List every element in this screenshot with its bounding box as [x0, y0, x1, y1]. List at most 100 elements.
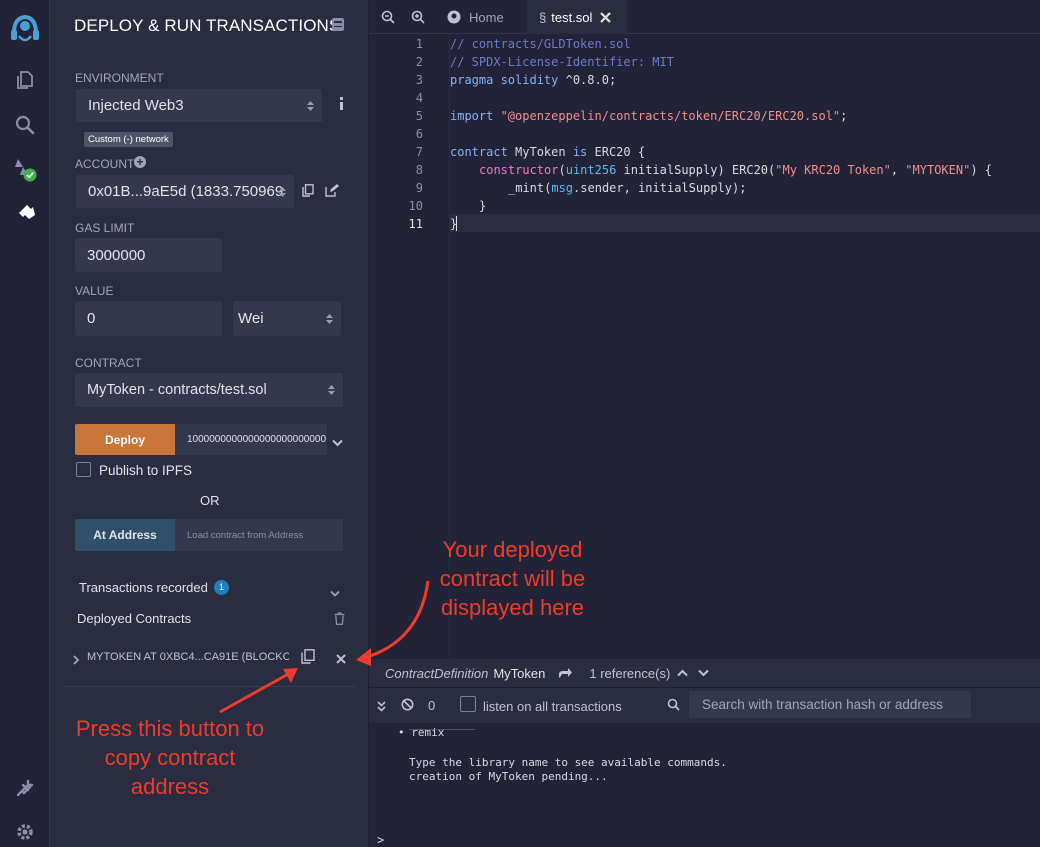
annotation-deployed-text: Your deployed contract will be displayed…: [439, 537, 586, 620]
select-arrows-icon: [326, 313, 333, 324]
panel-divider: [65, 686, 355, 687]
terminal-prompt[interactable]: >: [377, 833, 384, 847]
line-number: 3: [415, 73, 423, 87]
deploy-run-icon[interactable]: [0, 195, 50, 231]
line-number: 2: [415, 55, 423, 69]
terminal-output: __________ • remix Type the library name…: [369, 717, 1040, 847]
contract-select[interactable]: MyToken - contracts/test.sol: [75, 373, 343, 407]
terminal-line: Type the library name to see available c…: [409, 756, 727, 769]
tab-test-sol[interactable]: § test.sol: [527, 0, 627, 34]
chevron-down-icon[interactable]: [332, 434, 343, 452]
deployed-contract-item[interactable]: MYTOKEN AT 0XBC4...CA91E (BLOCKCI: [87, 651, 289, 663]
chevron-down-icon[interactable]: [330, 584, 340, 602]
code-line: contract MyToken is ERC20 {: [450, 145, 646, 159]
line-number: 8: [415, 163, 423, 177]
copy-account-icon[interactable]: [302, 184, 314, 202]
terminal-bullet-item: • remix: [398, 726, 445, 739]
contract-value: MyToken - contracts/test.sol: [87, 382, 267, 398]
annotation-copy-text: Press this button to copy contract addre…: [75, 716, 265, 799]
chevron-down-icon[interactable]: [698, 669, 709, 677]
references-count-label[interactable]: 1 reference(s): [589, 666, 670, 681]
code-line: _mint(msg.sender, initialSupply);: [508, 181, 747, 195]
environment-label: ENVIRONMENT: [75, 71, 164, 85]
select-arrows-icon: [328, 385, 335, 395]
transactions-recorded-label[interactable]: Transactions recorded: [79, 580, 208, 595]
listen-label: listen on all transactions: [483, 699, 622, 714]
editor-tab-bar: Home § test.sol: [369, 0, 1040, 34]
deployed-contracts-label: Deployed Contracts: [77, 611, 192, 626]
icon-rail: [0, 0, 50, 847]
code-line: // contracts/GLDToken.sol: [450, 37, 631, 51]
reference-bar: ContractDefinition MyToken 1 reference(s…: [369, 659, 1040, 687]
file-explorer-icon[interactable]: [0, 62, 50, 98]
at-address-input[interactable]: Load contract from Address: [175, 519, 343, 551]
settings-gear-icon[interactable]: [0, 814, 50, 847]
publish-ipfs-checkbox[interactable]: [76, 462, 91, 477]
environment-select[interactable]: Injected Web3: [76, 89, 322, 122]
collapse-terminal-icon[interactable]: [377, 699, 386, 717]
at-address-button[interactable]: At Address: [75, 519, 175, 551]
account-select[interactable]: 0x01B...9aE5d (1833.750969: [76, 175, 294, 208]
code-line: pragma solidity ^0.8.0;: [450, 73, 617, 87]
tab-home[interactable]: Home: [435, 0, 527, 34]
text-cursor: [456, 216, 457, 231]
or-divider-label: OR: [200, 493, 220, 508]
value-input[interactable]: 0: [75, 301, 222, 336]
gas-limit-input[interactable]: 3000000: [75, 238, 222, 272]
code-line: }: [479, 199, 487, 213]
deploy-args-input[interactable]: 1000000000000000000000000: [175, 424, 327, 455]
line-number: 6: [415, 127, 423, 141]
close-icon[interactable]: [336, 651, 346, 669]
publish-ipfs-label: Publish to IPFS: [99, 463, 193, 478]
environment-value: Injected Web3: [88, 97, 184, 114]
line-number: 9: [415, 181, 423, 195]
value-unit-select[interactable]: Wei: [233, 301, 341, 336]
line-number: 1: [415, 37, 423, 51]
plugin-manager-icon[interactable]: [0, 770, 50, 806]
zoom-out-icon[interactable]: [381, 0, 395, 34]
panel-title: DEPLOY & RUN TRANSACTIONS: [74, 16, 341, 35]
go-to-definition-icon[interactable]: [558, 667, 573, 679]
definition-name-label: MyToken: [493, 665, 546, 681]
line-number: 11: [408, 217, 423, 231]
search-icon: [667, 698, 680, 716]
contract-label: CONTRACT: [75, 356, 142, 370]
search-icon[interactable]: [0, 107, 50, 143]
account-label: ACCOUNT: [75, 157, 135, 171]
chevron-up-icon[interactable]: [677, 669, 688, 677]
line-number: 7: [415, 145, 423, 159]
code-line: import "@openzeppelin/contracts/token/ER…: [450, 109, 848, 123]
value-label: VALUE: [75, 284, 114, 298]
value-unit-value: Wei: [238, 310, 264, 327]
deploy-button[interactable]: Deploy: [75, 424, 175, 455]
solidity-file-icon: §: [539, 9, 547, 25]
listen-checkbox[interactable]: [460, 696, 476, 712]
transactions-count-badge: 1: [214, 580, 229, 595]
transaction-search-input[interactable]: Search with transaction hash or address: [689, 691, 971, 718]
info-icon[interactable]: [337, 97, 345, 111]
documentation-icon[interactable]: [332, 18, 344, 31]
add-account-icon[interactable]: +: [134, 156, 146, 168]
gas-limit-label: GAS LIMIT: [75, 221, 135, 235]
close-tab-icon[interactable]: [600, 11, 612, 23]
account-value: 0x01B...9aE5d (1833.750969: [88, 183, 284, 200]
home-icon: [447, 10, 461, 24]
active-line-highlight: [450, 214, 1040, 232]
select-arrows-icon: [307, 100, 314, 111]
clear-console-icon[interactable]: [401, 698, 414, 716]
definition-type-label: ContractDefinition: [385, 665, 489, 681]
terminal-line: creation of MyToken pending...: [409, 770, 608, 783]
pending-tx-count: 0: [428, 698, 436, 713]
copy-address-icon[interactable]: [301, 649, 315, 669]
edit-icon[interactable]: [325, 184, 339, 202]
tab-test-sol-label: test.sol: [551, 9, 593, 25]
trash-icon[interactable]: [334, 612, 345, 630]
code-line: // SPDX-License-Identifier: MIT: [450, 55, 674, 69]
expand-chevron-icon[interactable]: [73, 652, 80, 670]
zoom-in-icon[interactable]: [411, 0, 425, 34]
solidity-compiler-icon[interactable]: [0, 152, 50, 188]
remix-logo-icon[interactable]: [0, 8, 50, 48]
line-number: 5: [415, 109, 423, 123]
code-line: constructor(uint256 initialSupply) ERC20…: [479, 163, 993, 177]
line-number: 4: [415, 91, 423, 105]
